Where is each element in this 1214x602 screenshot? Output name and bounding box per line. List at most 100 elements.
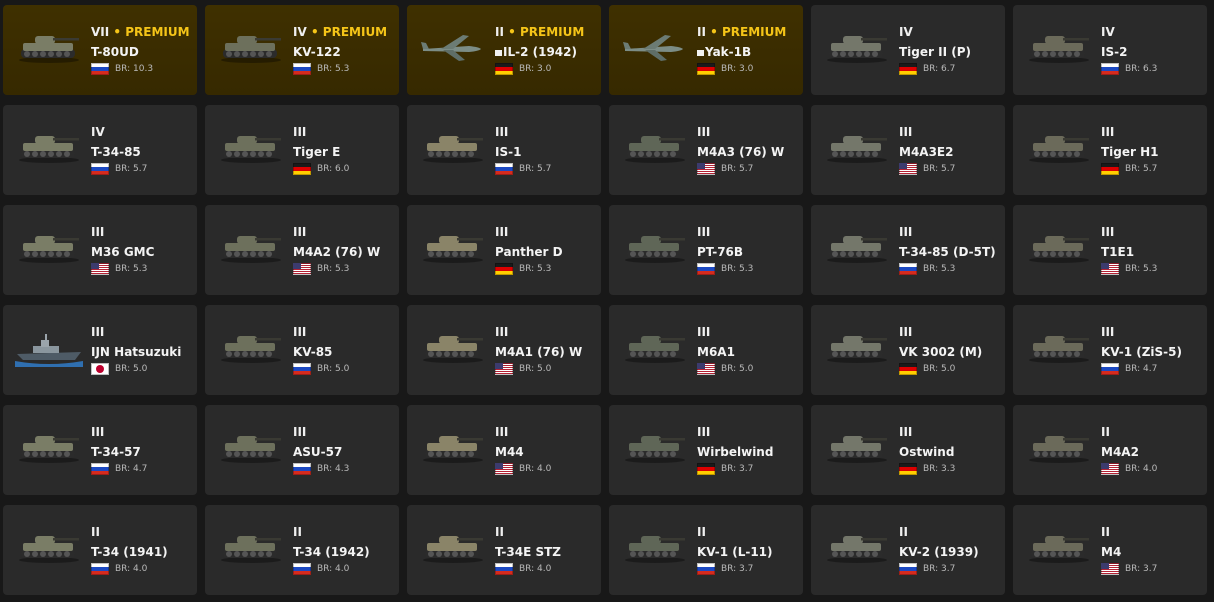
vehicle-info: III Tiger H1 BR: 5.7 <box>1101 125 1203 176</box>
vehicle-card[interactable]: IV T-34-85 BR: 5.7 <box>3 105 197 195</box>
vehicle-tier: II <box>697 525 799 539</box>
vehicle-info: III T-34-57 BR: 4.7 <box>91 425 193 476</box>
tank-icon <box>823 227 891 267</box>
vehicle-card[interactable]: II KV-2 (1939) BR: 3.7 <box>811 505 1005 595</box>
vehicle-card[interactable]: IV Tiger II (P) BR: 6.7 <box>811 5 1005 95</box>
ussr-flag-icon <box>91 563 109 575</box>
nation-br-row: BR: 3.0 <box>495 62 597 76</box>
vehicle-card[interactable]: III VK 3002 (M) BR: 5.0 <box>811 305 1005 395</box>
vehicle-card[interactable]: II T-34 (1942) BR: 4.0 <box>205 505 399 595</box>
vehicle-card[interactable]: III M36 GMC BR: 5.3 <box>3 205 197 295</box>
vehicle-card[interactable]: III ASU-57 BR: 4.3 <box>205 405 399 495</box>
vehicle-card[interactable]: III M4A2 (76) W BR: 5.3 <box>205 205 399 295</box>
vehicle-name-text: KV-1 (ZiS-5) <box>1101 345 1182 359</box>
tier-label: IV <box>899 25 913 39</box>
vehicle-name: M4A1 (76) W <box>495 345 597 359</box>
vehicle-card[interactable]: VII • PREMIUM T-80UD BR: 10.3 <box>3 5 197 95</box>
nation-br-row: BR: 4.0 <box>91 562 193 576</box>
tank-icon <box>1025 27 1093 67</box>
vehicle-card[interactable]: IV IS-2 BR: 6.3 <box>1013 5 1207 95</box>
vehicle-card[interactable]: III M4A1 (76) W BR: 5.0 <box>407 305 601 395</box>
vehicle-name: M4A2 <box>1101 445 1203 459</box>
vehicle-info: III M4A3E2 BR: 5.7 <box>899 125 1001 176</box>
vehicle-card[interactable]: III Wirbelwind BR: 3.7 <box>609 405 803 495</box>
vehicle-tier: III <box>1101 325 1203 339</box>
usa-flag-icon <box>495 363 513 375</box>
vehicle-card[interactable]: III T1E1 BR: 5.3 <box>1013 205 1207 295</box>
vehicle-tier: II <box>899 525 1001 539</box>
vehicle-tier: II • PREMIUM <box>495 25 597 39</box>
vehicle-name: KV-1 (L-11) <box>697 545 799 559</box>
usa-flag-icon <box>1101 563 1119 575</box>
vehicle-card[interactable]: III T-34-57 BR: 4.7 <box>3 405 197 495</box>
tier-label: IV <box>91 125 105 139</box>
vehicle-name: Wirbelwind <box>697 445 799 459</box>
vehicle-name: T-34E STZ <box>495 545 597 559</box>
vehicle-info: III PT-76B BR: 5.3 <box>697 225 799 276</box>
vehicle-info: II T-34 (1941) BR: 4.0 <box>91 525 193 576</box>
vehicle-card[interactable]: II KV-1 (L-11) BR: 3.7 <box>609 505 803 595</box>
vehicle-card[interactable]: III KV-85 BR: 5.0 <box>205 305 399 395</box>
vehicle-info: III M4A1 (76) W BR: 5.0 <box>495 325 597 376</box>
vehicle-card[interactable]: III IJN Hatsuzuki BR: 5.0 <box>3 305 197 395</box>
battle-rating: BR: 4.0 <box>519 564 552 574</box>
vehicle-tier: III <box>697 425 799 439</box>
tank-icon <box>1025 327 1093 367</box>
vehicle-card[interactable]: III Tiger E BR: 6.0 <box>205 105 399 195</box>
vehicle-card[interactable]: III Tiger H1 BR: 5.7 <box>1013 105 1207 195</box>
vehicle-name: M44 <box>495 445 597 459</box>
vehicle-name: T-34-85 <box>91 145 193 159</box>
vehicle-info: III ASU-57 BR: 4.3 <box>293 425 395 476</box>
battle-rating: BR: 5.3 <box>115 264 148 274</box>
vehicle-name: Tiger E <box>293 145 395 159</box>
vehicle-card[interactable]: III Ostwind BR: 3.3 <box>811 405 1005 495</box>
ussr-flag-icon <box>899 263 917 275</box>
ussr-flag-icon <box>293 563 311 575</box>
tier-label: III <box>293 125 307 139</box>
vehicle-card[interactable]: III M4A3 (76) W BR: 5.7 <box>609 105 803 195</box>
tank-icon <box>419 127 487 167</box>
vehicle-name-text: M4A2 (76) W <box>293 245 381 259</box>
battle-rating: BR: 4.0 <box>115 564 148 574</box>
usa-flag-icon <box>697 163 715 175</box>
nation-br-row: BR: 3.7 <box>697 462 799 476</box>
tier-label: III <box>91 425 105 439</box>
vehicle-card[interactable]: II M4 BR: 3.7 <box>1013 505 1207 595</box>
tier-label: III <box>293 325 307 339</box>
vehicle-name: IS-1 <box>495 145 597 159</box>
vehicle-card[interactable]: III M6A1 BR: 5.0 <box>609 305 803 395</box>
vehicle-card[interactable]: II • PREMIUM IL-2 (1942) BR: 3.0 <box>407 5 601 95</box>
usa-flag-icon <box>1101 463 1119 475</box>
vehicle-card[interactable]: II • PREMIUM Yak-1B BR: 3.0 <box>609 5 803 95</box>
vehicle-name-text: Panther D <box>495 245 563 259</box>
battle-rating: BR: 5.0 <box>115 364 148 374</box>
vehicle-name-text: KV-85 <box>293 345 333 359</box>
tank-icon <box>217 227 285 267</box>
nation-br-row: BR: 4.0 <box>293 562 395 576</box>
vehicle-name-text: Ostwind <box>899 445 955 459</box>
vehicle-card[interactable]: III KV-1 (ZiS-5) BR: 4.7 <box>1013 305 1207 395</box>
vehicle-info: II T-34 (1942) BR: 4.0 <box>293 525 395 576</box>
tank-icon <box>419 227 487 267</box>
vehicle-info: III KV-85 BR: 5.0 <box>293 325 395 376</box>
vehicle-card[interactable]: III T-34-85 (D-5T) BR: 5.3 <box>811 205 1005 295</box>
vehicle-card[interactable]: III IS-1 BR: 5.7 <box>407 105 601 195</box>
vehicle-card[interactable]: III Panther D BR: 5.3 <box>407 205 601 295</box>
vehicle-card[interactable]: II T-34 (1941) BR: 4.0 <box>3 505 197 595</box>
tier-label: II <box>91 525 100 539</box>
vehicle-card[interactable]: III M4A3E2 BR: 5.7 <box>811 105 1005 195</box>
vehicle-name-text: M4A1 (76) W <box>495 345 583 359</box>
vehicle-name-text: M44 <box>495 445 524 459</box>
vehicle-info: IV IS-2 BR: 6.3 <box>1101 25 1203 76</box>
nation-br-row: BR: 5.0 <box>495 362 597 376</box>
vehicle-card[interactable]: II T-34E STZ BR: 4.0 <box>407 505 601 595</box>
vehicle-name-text: IS-1 <box>495 145 522 159</box>
germany-flag-icon <box>899 363 917 375</box>
vehicle-card[interactable]: III M44 BR: 4.0 <box>407 405 601 495</box>
vehicle-tier: II <box>1101 525 1203 539</box>
ussr-flag-icon <box>1101 63 1119 75</box>
vehicle-card[interactable]: IV • PREMIUM KV-122 BR: 5.3 <box>205 5 399 95</box>
vehicle-card[interactable]: II M4A2 BR: 4.0 <box>1013 405 1207 495</box>
vehicle-card[interactable]: III PT-76B BR: 5.3 <box>609 205 803 295</box>
vehicle-name: VK 3002 (M) <box>899 345 1001 359</box>
